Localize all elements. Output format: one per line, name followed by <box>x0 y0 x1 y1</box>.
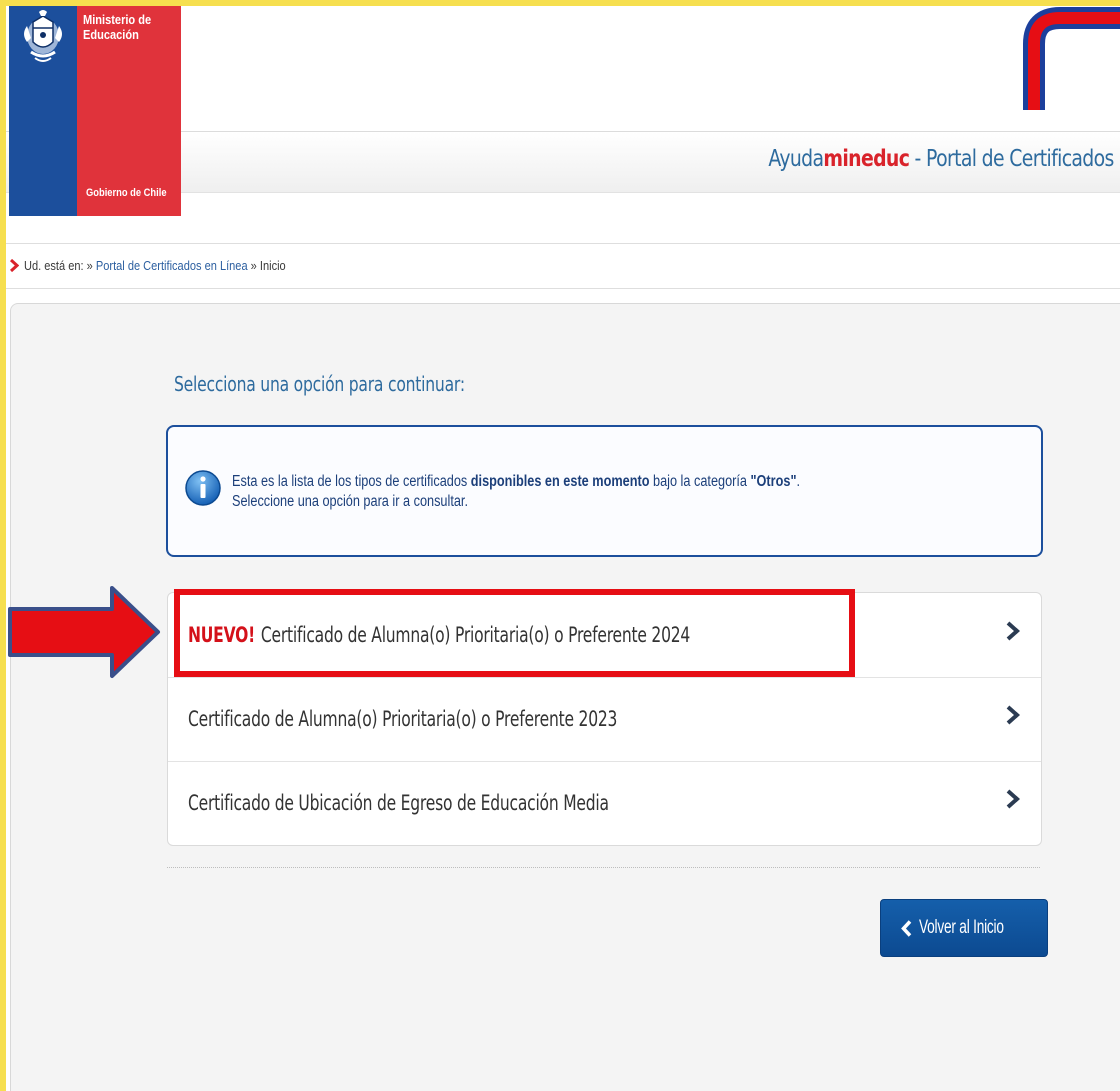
brand-prefix: Ayuda <box>768 146 824 172</box>
info-box: Esta es la lista de los tipos de certifi… <box>166 425 1043 557</box>
back-button-label: Volver al Inicio <box>919 917 1004 938</box>
option-certificado-prioritario-2023[interactable]: Certificado de Alumna(o) Prioritaria(o) … <box>168 677 1041 762</box>
info-text-part-1: Esta es la lista de los tipos de certifi… <box>232 473 471 490</box>
info-text-bold-2: "Otros" <box>750 473 797 490</box>
page-heading: Selecciona una opción para continuar: <box>174 372 465 396</box>
info-text-part-3: . <box>796 473 801 490</box>
info-text-part-2: bajo la categoría <box>649 473 751 490</box>
info-text-bold-1: disponibles en este momento <box>470 473 650 490</box>
breadcrumb-separator: » <box>247 258 260 273</box>
option-certificado-egreso-media[interactable]: Certificado de Ubicación de Egreso de Ed… <box>168 761 1041 845</box>
info-icon <box>185 470 221 506</box>
annotation-highlight-box <box>174 589 855 677</box>
annotation-corner-marker <box>1023 7 1120 110</box>
breadcrumb-text: Ud. está en: » Portal de Certificados en… <box>24 244 286 288</box>
breadcrumb: Ud. está en: » Portal de Certificados en… <box>6 243 1120 289</box>
arrow-right-icon <box>8 586 160 678</box>
logo-line-1: Ministerio de <box>83 12 152 27</box>
brand-highlight: mineduc <box>823 146 910 172</box>
logo-line-2: Educación <box>83 27 139 42</box>
back-to-home-button[interactable]: Volver al Inicio <box>880 899 1048 957</box>
option-label-text: Certificado de Alumna(o) Prioritaria(o) … <box>188 707 618 731</box>
divider <box>167 867 1040 868</box>
portal-title-text: - Portal de Certificados e <box>909 146 1120 172</box>
breadcrumb-chevron-icon <box>10 259 19 272</box>
chevron-left-icon <box>901 920 912 937</box>
info-text: Esta es la lista de los tipos de certifi… <box>232 472 1052 512</box>
ministry-logo[interactable]: Ministerio de Educación Gobierno de Chil… <box>9 6 181 216</box>
portal-title: Ayudamineduc - Portal de Certificados e <box>768 146 1120 172</box>
option-label-text: Certificado de Ubicación de Egreso de Ed… <box>188 791 609 815</box>
chevron-right-icon <box>1006 789 1020 809</box>
breadcrumb-current: Inicio <box>259 258 286 273</box>
chevron-right-icon <box>1006 705 1020 725</box>
breadcrumb-prefix: Ud. está en: » <box>24 258 96 273</box>
page: Ayudamineduc - Portal de Certificados e … <box>6 6 1120 1091</box>
info-text-line-2: Seleccione una opción para ir a consulta… <box>232 493 468 510</box>
breadcrumb-link-portal[interactable]: Portal de Certificados en Línea <box>96 258 248 273</box>
chile-emblem-icon <box>24 10 62 62</box>
logo-footer: Gobierno de Chile <box>86 187 167 199</box>
chevron-right-icon <box>1006 621 1020 641</box>
